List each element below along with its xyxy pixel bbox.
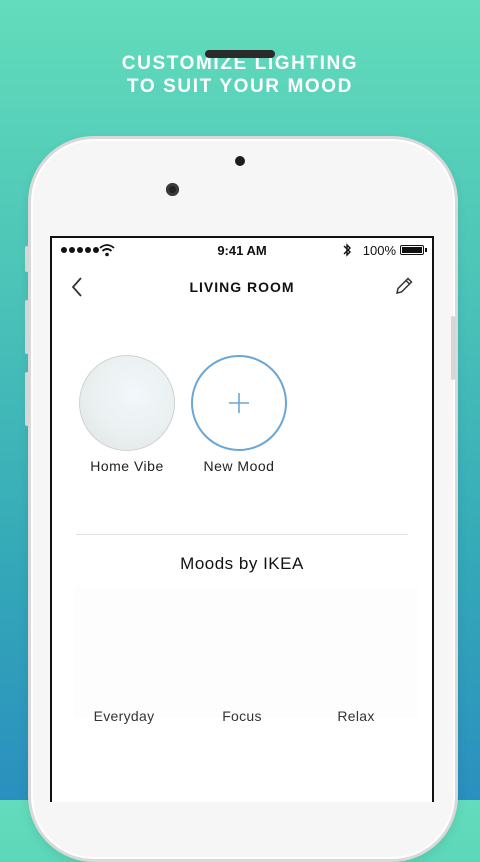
phone-mute-switch — [25, 246, 29, 272]
headline-line-2: TO SUIT YOUR MOOD — [126, 76, 353, 97]
new-mood-circle — [191, 355, 287, 451]
section-divider — [76, 534, 408, 535]
phone-speaker — [205, 50, 275, 58]
pencil-icon[interactable] — [394, 276, 414, 296]
marketing-headline: CUSTOMIZE LIGHTING TO SUIT YOUR MOOD — [0, 52, 480, 98]
bluetooth-icon — [343, 243, 351, 257]
mood-card-focus[interactable]: Focus — [192, 708, 292, 724]
mood-card-everyday[interactable]: Everyday — [74, 708, 174, 724]
app-screen: 9:41 AM 100% LIVING ROOM Home Vibe New M… — [50, 236, 434, 802]
section-title: Moods by IKEA — [180, 554, 304, 573]
phone-sensor — [235, 156, 245, 166]
mood-home-vibe[interactable]: Home Vibe — [72, 355, 182, 474]
page-title: LIVING ROOM — [189, 279, 295, 295]
status-bar: 9:41 AM 100% — [52, 238, 432, 264]
mood-card-relax[interactable]: Relax — [306, 708, 406, 724]
phone-volume-down-button — [25, 372, 29, 426]
plus-icon — [229, 393, 249, 413]
nav-bar: LIVING ROOM — [52, 274, 432, 300]
phone-volume-up-button — [25, 300, 29, 354]
mood-label: New Mood — [203, 458, 275, 474]
battery-percentage: 100% — [362, 243, 396, 258]
mood-circle-icon — [79, 355, 175, 451]
phone-power-button — [451, 316, 455, 380]
new-mood-button[interactable]: New Mood — [184, 355, 294, 474]
mood-label: Home Vibe — [90, 458, 164, 474]
phone-front-camera — [166, 183, 179, 196]
battery-icon — [400, 245, 427, 255]
ikea-moods-carousel[interactable] — [74, 588, 418, 718]
